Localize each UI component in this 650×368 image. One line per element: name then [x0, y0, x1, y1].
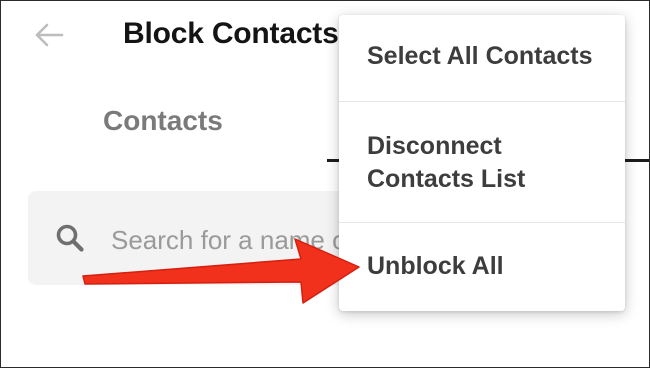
tab-contacts[interactable]: Contacts [103, 105, 223, 137]
back-button[interactable] [29, 15, 69, 55]
search-icon [56, 224, 84, 252]
menu-item-label: Select All Contacts [367, 42, 593, 70]
arrow-left-icon [35, 23, 64, 47]
menu-item-unblock-all[interactable]: Unblock All [339, 250, 625, 283]
menu-item-label: Disconnect Contacts List [367, 132, 526, 193]
page-title: Block Contacts [123, 17, 339, 50]
menu-divider [339, 222, 625, 223]
app-window: Block Contacts Contacts Search for a nam… [0, 0, 650, 368]
overflow-menu: Select All Contacts Disconnect Contacts … [339, 15, 625, 311]
menu-item-label: Unblock All [367, 252, 504, 280]
menu-divider [339, 101, 625, 102]
menu-item-disconnect-contacts-list[interactable]: Disconnect Contacts List [339, 130, 625, 196]
menu-item-select-all-contacts[interactable]: Select All Contacts [339, 40, 625, 73]
